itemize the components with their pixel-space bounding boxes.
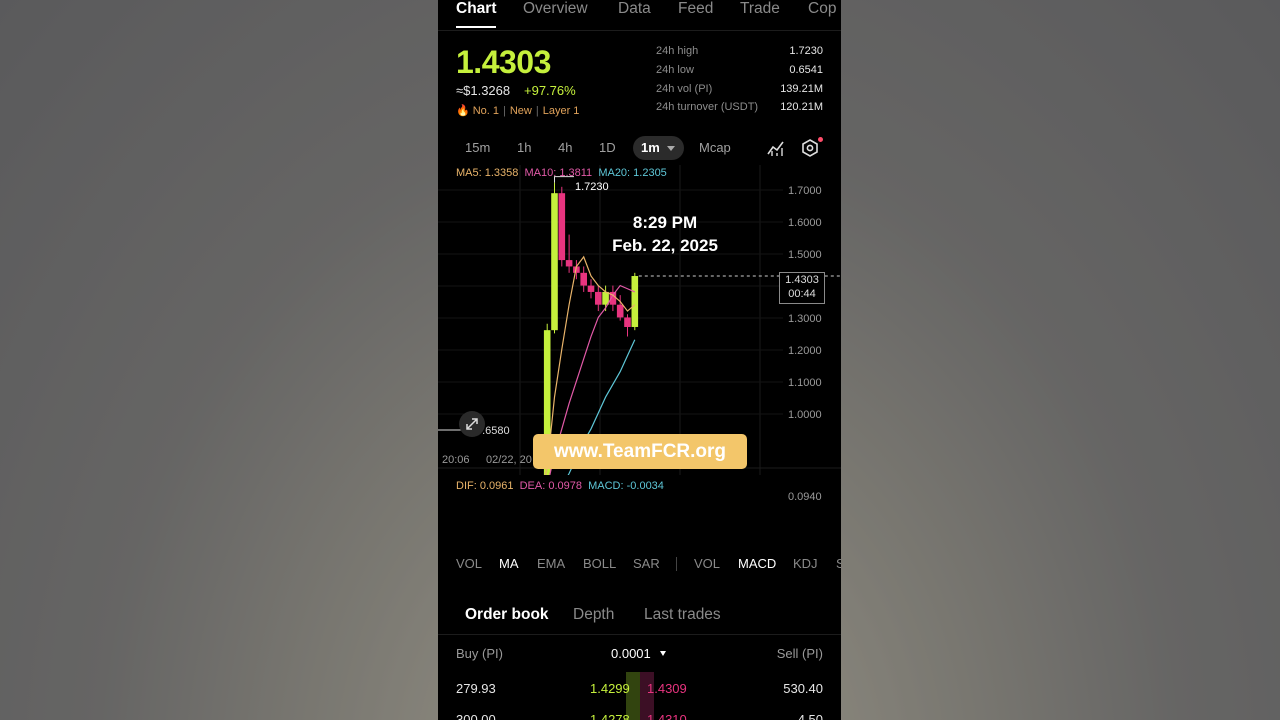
- overlay-time: 8:29 PM: [632, 213, 698, 232]
- buy-qty[interactable]: 279.93: [456, 681, 496, 696]
- flame-icon: 🔥: [456, 105, 470, 117]
- chevron-down-icon: [667, 146, 675, 151]
- macd-value: MACD: -0.0034: [588, 480, 664, 492]
- indicator-macd[interactable]: MACD: [738, 556, 776, 571]
- coin-tags: 🔥 No. 1 | New | Layer 1: [456, 105, 580, 117]
- y-tick: 1.6000: [788, 217, 822, 229]
- y-tick: 1.0000: [788, 409, 822, 421]
- ma10-value: MA10: 1.3811: [524, 167, 593, 179]
- indicator-divider: [676, 557, 677, 571]
- current-price-value: 1.4303: [785, 274, 819, 286]
- stat-turnover-value: 120.21M: [780, 101, 823, 113]
- tab-depth[interactable]: Depth: [573, 606, 614, 624]
- indicator-chart-icon[interactable]: [766, 138, 786, 158]
- tab-trade[interactable]: Trade: [740, 0, 780, 18]
- buy-price[interactable]: 1.4278: [590, 712, 630, 720]
- left-blur-background: [0, 0, 438, 720]
- tab-data[interactable]: Data: [618, 0, 651, 18]
- active-tab-indicator: [456, 26, 496, 28]
- candle-body: [587, 285, 595, 292]
- usd-price: ≈$1.3268: [456, 83, 511, 98]
- tab-chart[interactable]: Chart: [456, 0, 496, 18]
- dea-value: DEA: 0.0978: [519, 480, 582, 492]
- y-tick: 1.5000: [788, 249, 822, 261]
- candle-body: [558, 193, 566, 261]
- high-marker-label: 1.7230: [575, 181, 609, 193]
- candle-body: [551, 193, 558, 331]
- candle-body: [565, 260, 573, 267]
- expand-icon[interactable]: [459, 411, 485, 437]
- last-price: 1.4303: [456, 44, 551, 80]
- macd-legend: DIF: 0.0961 DEA: 0.0978 MACD: -0.0034: [456, 480, 664, 492]
- sell-price[interactable]: 1.4309: [647, 681, 687, 696]
- order-book-divider: [438, 634, 841, 635]
- candle-body: [616, 304, 624, 318]
- tab-last-trades[interactable]: Last trades: [644, 606, 721, 624]
- tab-feed[interactable]: Feed: [678, 0, 713, 18]
- sell-price[interactable]: 1.4310: [647, 712, 687, 720]
- tab-order-book[interactable]: Order book: [465, 606, 549, 624]
- stat-high-label: 24h high: [656, 45, 699, 57]
- x-tick: 02/22, 20: [486, 454, 532, 466]
- indicator-boll[interactable]: BOLL: [583, 556, 616, 571]
- timeframe-1d[interactable]: 1D: [599, 140, 616, 155]
- stat-low-value: 0.6541: [789, 64, 823, 76]
- chevron-down-icon: [660, 651, 666, 656]
- tag-rank[interactable]: No. 1: [473, 105, 499, 117]
- ma-legend: MA5: 1.3358 MA10: 1.3811 MA20: 1.2305: [456, 167, 667, 179]
- tab-copy[interactable]: Cop: [808, 0, 836, 18]
- x-tick: 20:06: [442, 454, 470, 466]
- indicator-sub-vol[interactable]: VOL: [694, 556, 720, 571]
- top-tab-bar: Chart Overview Data Feed Trade Cop: [438, 0, 841, 31]
- phone-screen: Chart Overview Data Feed Trade Cop 1.430…: [438, 0, 841, 720]
- indicator-more[interactable]: S: [836, 556, 841, 571]
- watermark-banner: www.TeamFCR.org: [533, 434, 747, 469]
- y-tick: 1.3000: [788, 313, 822, 325]
- video-timestamp-overlay: 8:29 PM Feb. 22, 2025: [578, 211, 752, 257]
- buy-qty[interactable]: 300.00: [456, 712, 496, 720]
- notification-dot: [818, 137, 823, 142]
- candle-body: [580, 272, 587, 286]
- buy-header: Buy (PI): [456, 646, 503, 661]
- timeframe-1h[interactable]: 1h: [517, 140, 531, 155]
- candle-body: [624, 317, 631, 327]
- settings-hex-icon[interactable]: [800, 138, 820, 158]
- indicator-ma[interactable]: MA: [499, 556, 519, 571]
- sell-header: Sell (PI): [776, 646, 823, 661]
- macd-axis-tick: 0.0940: [788, 491, 822, 503]
- tab-overview[interactable]: Overview: [523, 0, 588, 18]
- buy-price[interactable]: 1.4299: [590, 681, 630, 696]
- dif-value: DIF: 0.0961: [456, 480, 514, 492]
- y-tick: 1.1000: [788, 377, 822, 389]
- timeframe-4h[interactable]: 4h: [558, 140, 572, 155]
- precision-selector[interactable]: 0.0001: [611, 646, 651, 661]
- ma20-value: MA20: 1.2305: [598, 167, 667, 179]
- stat-high-value: 1.7230: [789, 45, 823, 57]
- candle-body: [631, 276, 639, 327]
- indicator-vol[interactable]: VOL: [456, 556, 482, 571]
- tag-layer[interactable]: Layer 1: [543, 105, 580, 117]
- right-blur-background: [841, 0, 1280, 720]
- stat-vol-value: 139.21M: [780, 83, 823, 95]
- y-tick: 1.7000: [788, 185, 822, 197]
- indicator-sar[interactable]: SAR: [633, 556, 660, 571]
- timeframe-1m-label: 1m: [641, 140, 660, 155]
- tag-new[interactable]: New: [510, 105, 532, 117]
- overlay-date: Feb. 22, 2025: [612, 236, 718, 255]
- stat-low-label: 24h low: [656, 64, 694, 76]
- y-tick: 1.2000: [788, 345, 822, 357]
- timeframe-15m[interactable]: 15m: [465, 140, 490, 155]
- indicator-kdj[interactable]: KDJ: [793, 556, 818, 571]
- sell-qty[interactable]: 4.50: [798, 712, 823, 720]
- candle-body: [595, 291, 602, 305]
- stat-turnover-label: 24h turnover (USDT): [656, 101, 759, 113]
- ma5-value: MA5: 1.3358: [456, 167, 519, 179]
- stat-vol-label: 24h vol (PI): [656, 83, 713, 95]
- current-price-tag: 1.4303 00:44: [779, 272, 825, 304]
- candle-countdown: 00:44: [788, 288, 816, 300]
- price-change: +97.76%: [524, 83, 576, 98]
- indicator-ema[interactable]: EMA: [537, 556, 565, 571]
- sell-qty[interactable]: 530.40: [783, 681, 823, 696]
- timeframe-mcap[interactable]: Mcap: [699, 140, 731, 155]
